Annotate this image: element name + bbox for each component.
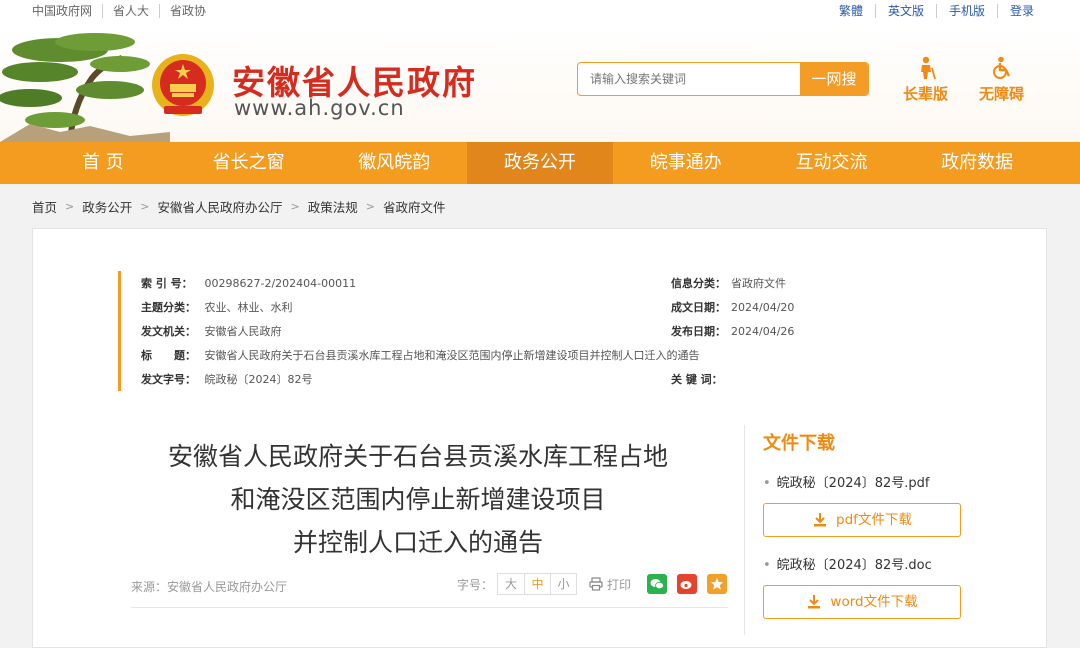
- meta-topic-value: 农业、林业、水利: [204, 301, 293, 314]
- pdf-download-label: pdf文件下载: [836, 512, 912, 528]
- link-mobile[interactable]: 手机版: [935, 4, 997, 18]
- accessible-mode-label: 无障碍: [979, 85, 1025, 103]
- font-size-small-button[interactable]: 小: [550, 574, 576, 594]
- weibo-icon: [680, 581, 692, 589]
- chevron-right-icon: >: [65, 200, 75, 213]
- elder-icon: [920, 56, 936, 80]
- favorite-share-button[interactable]: [707, 574, 728, 594]
- site-url: www.ah.gov.cn: [234, 96, 405, 120]
- chevron-right-icon: >: [365, 200, 375, 213]
- site-header: 安徽省人民政府 www.ah.gov.cn 一网搜 长辈版 无障碍: [0, 24, 1080, 142]
- nav-item-governor[interactable]: 省长之窗: [176, 142, 322, 184]
- nav-item-services[interactable]: 皖事通办: [613, 142, 759, 184]
- chevron-right-icon: >: [290, 200, 300, 213]
- article-title: 安徽省人民政府关于石台县贡溪水库工程占地 和淹没区范围内停止新增建设项目 并控制…: [123, 435, 713, 564]
- meta-issuer-value: 安徽省人民政府: [204, 325, 282, 338]
- font-size-label: 字号：: [457, 577, 494, 592]
- star-icon: [711, 578, 724, 590]
- meta-published-value: 2024/04/26: [731, 325, 795, 338]
- content-panel: 索 引 号： 00298627-2/202404-00011 信息分类： 省政府文…: [32, 228, 1047, 648]
- nav-item-culture[interactable]: 徽风皖韵: [321, 142, 467, 184]
- breadcrumb-office[interactable]: 安徽省人民政府办公厅: [157, 197, 282, 216]
- national-emblem-icon: [152, 54, 214, 116]
- weibo-share-button[interactable]: [677, 574, 698, 594]
- doc-file-name: 皖政秘〔2024〕82号.doc: [763, 554, 984, 573]
- print-label: 打印: [607, 577, 632, 592]
- divider: [131, 607, 728, 608]
- article-toolbar: 字号： 大 中 小 打印: [457, 573, 728, 595]
- link-english[interactable]: 英文版: [874, 4, 936, 18]
- printer-icon: [589, 577, 603, 591]
- breadcrumb-gov-affairs[interactable]: 政务公开: [82, 197, 132, 216]
- search-input[interactable]: [578, 63, 802, 95]
- meta-index-label: 索 引 号：: [141, 277, 193, 290]
- link-traditional[interactable]: 繁體: [827, 4, 875, 18]
- main-nav: 首 页 省长之窗 徽风皖韵 政务公开 皖事通办 互动交流 政府数据: [0, 142, 1080, 184]
- meta-published-label: 发布日期：: [671, 325, 726, 338]
- meta-title-label: 标 题：: [141, 349, 196, 362]
- print-button[interactable]: 打印: [589, 576, 631, 593]
- meta-category-value: 省政府文件: [731, 277, 786, 290]
- top-link-bar: 中国政府网 省人大 省政协 繁體 英文版 手机版 登录: [0, 0, 1080, 24]
- meta-created-value: 2024/04/20: [731, 301, 795, 314]
- link-login[interactable]: 登录: [996, 4, 1046, 18]
- nav-item-home[interactable]: 首 页: [30, 142, 176, 184]
- article-title-line: 和淹没区范围内停止新增建设项目: [230, 485, 606, 514]
- word-download-label: word文件下载: [830, 594, 918, 610]
- meta-issuer-label: 发文机关：: [141, 325, 196, 338]
- meta-category-label: 信息分类：: [671, 277, 726, 290]
- meta-index-value: 00298627-2/202404-00011: [204, 277, 357, 290]
- download-icon: [808, 595, 821, 609]
- word-download-button[interactable]: word文件下载: [763, 585, 961, 619]
- wheelchair-icon: [992, 56, 1010, 79]
- article-title-line: 安徽省人民政府关于石台县贡溪水库工程占地: [167, 442, 668, 471]
- elder-mode-label: 长辈版: [903, 85, 949, 103]
- article-title-line: 并控制人口迁入的通告: [292, 528, 543, 557]
- download-icon: [814, 513, 827, 527]
- download-sidebar: 文件下载 皖政秘〔2024〕82号.pdf pdf文件下载 皖政秘〔2024〕8…: [744, 425, 984, 635]
- document-meta: 索 引 号： 00298627-2/202404-00011 信息分类： 省政府文…: [118, 271, 908, 391]
- meta-docno-label: 发文字号：: [141, 373, 196, 386]
- link-provincial-congress[interactable]: 省人大: [102, 4, 159, 18]
- article-source: 来源：安徽省人民政府办公厅: [131, 580, 288, 594]
- wechat-share-button[interactable]: [647, 574, 668, 594]
- pine-tree-logo: [0, 33, 170, 142]
- breadcrumb: 首页 > 政务公开 > 安徽省人民政府办公厅 > 政策法规 > 省政府文件: [32, 197, 445, 216]
- font-size-medium-button[interactable]: 中: [524, 574, 550, 594]
- meta-topic-label: 主题分类：: [141, 301, 196, 314]
- download-heading: 文件下载: [763, 433, 835, 454]
- chevron-right-icon: >: [140, 200, 150, 213]
- pdf-file-name: 皖政秘〔2024〕82号.pdf: [763, 472, 984, 491]
- font-size-switcher: 大 中 小: [497, 573, 578, 595]
- elder-mode-button[interactable]: 长辈版: [903, 56, 948, 104]
- meta-keyword-label: 关 键 词：: [671, 373, 723, 386]
- nav-item-interaction[interactable]: 互动交流: [759, 142, 905, 184]
- link-cppcc[interactable]: 省政协: [159, 4, 216, 18]
- meta-title-value: 安徽省人民政府关于石台县贡溪水库工程占地和淹没区范围内停止新增建设项目并控制人口…: [204, 349, 700, 362]
- meta-created-label: 成文日期：: [671, 301, 726, 314]
- nav-item-data[interactable]: 政府数据: [904, 142, 1050, 184]
- link-gov-cn[interactable]: 中国政府网: [32, 4, 102, 18]
- breadcrumb-home[interactable]: 首页: [32, 197, 57, 216]
- breadcrumb-docs[interactable]: 省政府文件: [383, 197, 446, 216]
- search-button[interactable]: 一网搜: [800, 63, 868, 95]
- font-size-large-button[interactable]: 大: [498, 574, 524, 594]
- nav-item-gov-affairs[interactable]: 政务公开: [467, 142, 613, 184]
- accessible-mode-button[interactable]: 无障碍: [979, 56, 1024, 104]
- wechat-icon: [650, 579, 664, 590]
- meta-docno-value: 皖政秘〔2024〕82号: [204, 373, 313, 386]
- breadcrumb-policy[interactable]: 政策法规: [308, 197, 358, 216]
- pdf-download-button[interactable]: pdf文件下载: [763, 503, 961, 537]
- search-box: 一网搜: [577, 62, 869, 96]
